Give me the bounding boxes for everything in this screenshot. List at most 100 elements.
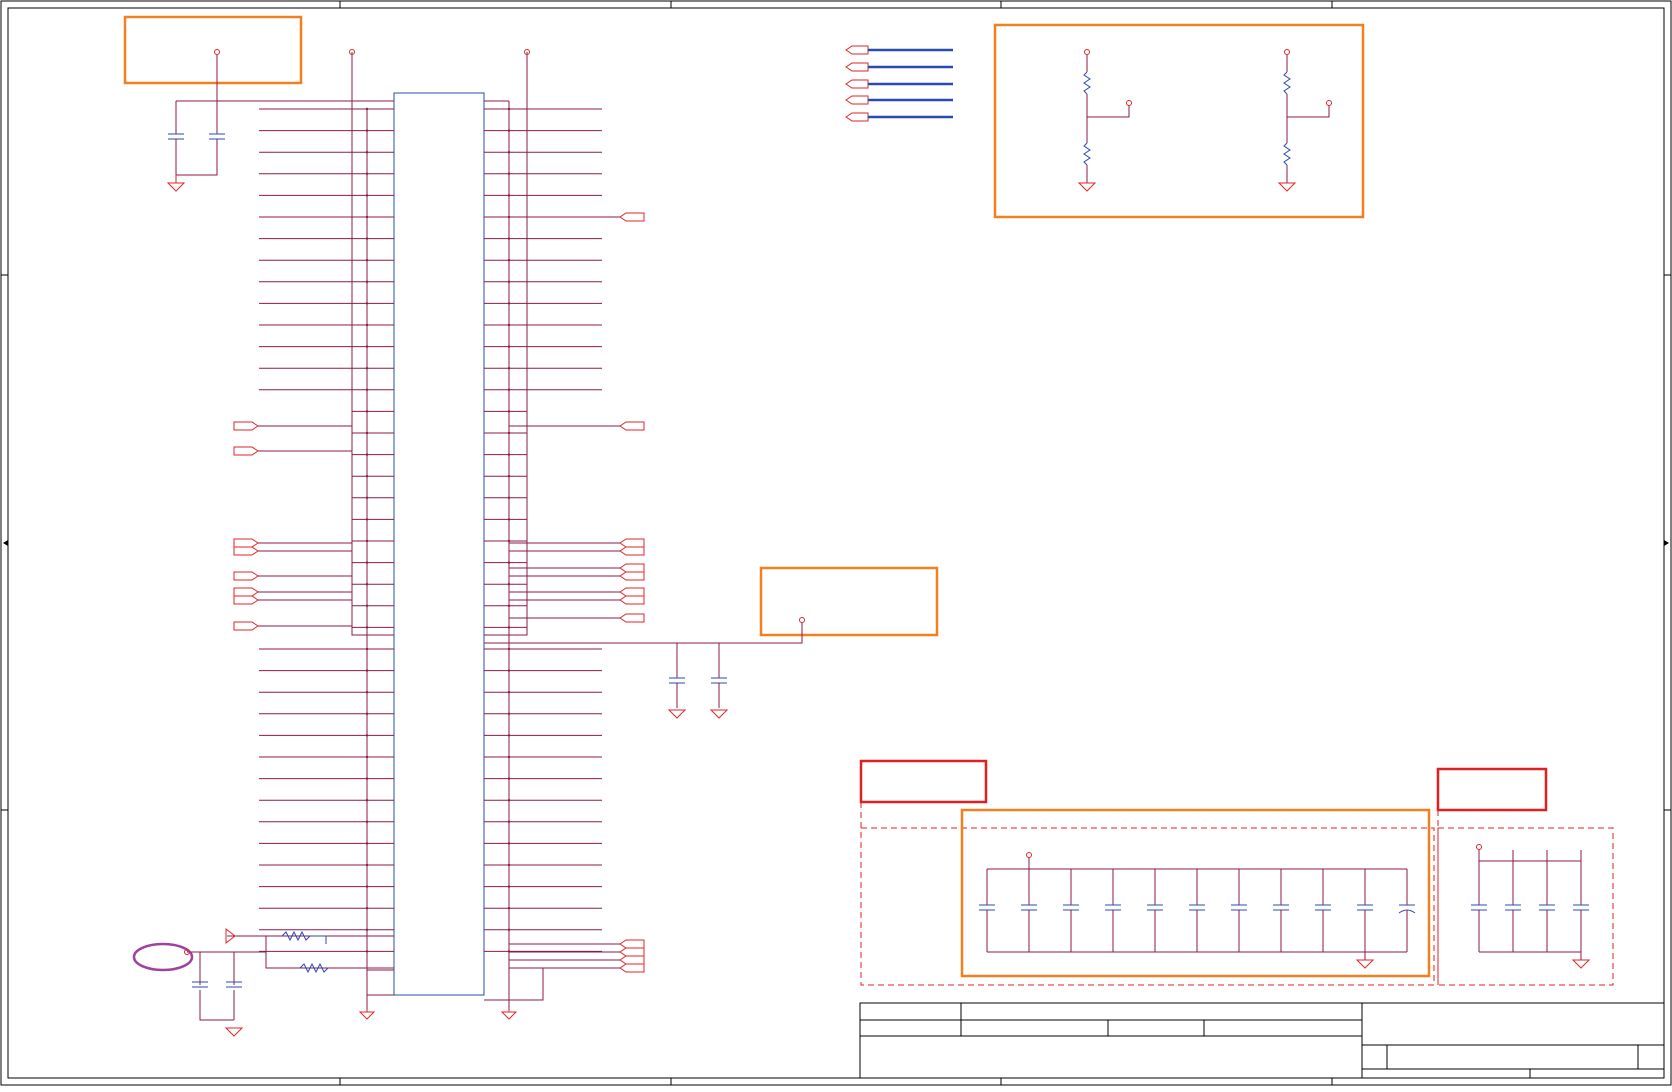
decoupling-capacitor — [1021, 869, 1037, 952]
ic-pin-left — [259, 129, 394, 132]
decoupling-capacitor — [1273, 869, 1289, 952]
ic-pin-right — [484, 172, 602, 175]
decoupling-capacitor — [168, 101, 184, 175]
ground-icon — [1355, 959, 1375, 969]
ic-pin-right — [484, 691, 602, 694]
decoupling-capacitor — [1357, 869, 1373, 952]
ic-pin-left — [259, 907, 394, 910]
offpage-connector-right — [509, 546, 645, 556]
ic-pin-right — [484, 604, 527, 607]
voltage-divider-box — [993, 23, 1365, 219]
power-annotation-box-top-left — [123, 15, 394, 102]
ic-pin-right — [484, 410, 527, 413]
bus-connector — [845, 62, 953, 72]
ic-pin-left — [259, 820, 394, 823]
main-ic — [393, 92, 485, 996]
ic-pin-left — [352, 518, 394, 521]
ic-pin-left — [259, 691, 394, 694]
ic-pin-right — [484, 431, 527, 435]
ic-pin-left — [352, 453, 394, 456]
ic-pin-left — [352, 583, 394, 586]
decoupling-capacitor — [1539, 850, 1555, 952]
schematic-canvas — [0, 0, 1672, 1086]
ic-pin-right — [484, 367, 602, 370]
ic-pin-right — [484, 755, 602, 759]
ground-icon — [500, 1010, 518, 1020]
ic-pin-left — [259, 950, 394, 953]
ic-pin-right — [484, 842, 602, 845]
ic-pin-right — [484, 475, 527, 478]
offpage-connector-right — [509, 563, 645, 573]
ic-pin-left — [259, 345, 394, 348]
ic-pin-right — [484, 302, 602, 305]
decoupling-bank-box — [960, 808, 1431, 978]
ic-pin-left — [259, 323, 394, 327]
ic-pin-right — [484, 885, 602, 888]
schematic-sheet — [0, 0, 1672, 1087]
ic-pin-right — [484, 323, 602, 327]
offpage-connector-left — [233, 621, 352, 631]
ic-pin-left — [352, 539, 394, 543]
decoupling-capacitor — [176, 101, 225, 176]
decoupling-capacitor — [1231, 869, 1247, 952]
ic-pin-right — [484, 777, 602, 780]
ic-pin-right — [484, 129, 602, 132]
offpage-connector-left — [233, 546, 352, 556]
ic-pin-right — [484, 237, 602, 240]
ic-pin-right — [484, 712, 602, 715]
power-annotation-box-mid — [484, 566, 939, 644]
offpage-connector-right — [509, 947, 645, 957]
decoupling-capacitor — [1147, 869, 1163, 952]
decoupling-capacitor — [669, 643, 685, 708]
ic-pin-left — [352, 604, 394, 607]
ground-icon — [1571, 959, 1591, 969]
offpage-connector-right — [509, 939, 645, 949]
ic-pin-left — [259, 259, 394, 262]
ic-pin-right — [484, 928, 602, 931]
offpage-connector-right — [509, 963, 645, 973]
ic-pin-right — [484, 345, 602, 348]
ic-pin-left — [259, 280, 394, 283]
offpage-connector-right — [509, 538, 645, 548]
ic-pin-right — [484, 388, 602, 391]
ic-pin-right — [484, 259, 602, 262]
ground-icon — [358, 1010, 376, 1020]
ic-pin-left — [259, 712, 394, 715]
ic-pin-left — [259, 215, 394, 219]
offpage-connector-left — [233, 538, 352, 548]
offpage-connector-right — [509, 212, 645, 222]
title-block — [859, 1002, 1665, 1079]
ic-pin-left — [259, 799, 394, 802]
zone-arrow-right — [1664, 540, 1669, 546]
resistor-dividers — [1077, 49, 1332, 192]
ground-icon — [224, 1027, 244, 1037]
offpage-connector-left — [233, 446, 352, 456]
dashed-group-outline — [860, 802, 1614, 986]
bus-connector — [845, 95, 953, 105]
decoupling-capacitor — [1063, 869, 1079, 952]
offpage-connector-right — [509, 587, 645, 597]
ic-pin-left — [259, 885, 394, 888]
ic-pin-left — [259, 863, 394, 867]
ic-pin-right — [484, 453, 527, 456]
offpage-connector-left — [233, 571, 352, 581]
offpage-connector-right — [509, 571, 645, 581]
ic-pin-left — [259, 367, 394, 370]
decoupling-capacitor — [1505, 850, 1521, 952]
ic-pin-left — [259, 734, 394, 737]
ic-pin-right — [484, 518, 527, 521]
ic-pin-right — [484, 799, 602, 802]
ic-pin-right — [484, 151, 602, 154]
decoupling-capacitor — [979, 869, 995, 952]
ic-pin-left — [259, 194, 394, 197]
ic-pin-left — [352, 496, 394, 499]
ic-pin-left — [259, 302, 394, 305]
ic-pin-right — [484, 669, 602, 672]
ic-pin-right — [484, 107, 602, 111]
ic-pin-left — [352, 475, 394, 478]
zone-arrow-left — [3, 540, 8, 546]
decoupling-capacitor — [1189, 869, 1205, 952]
ic-pin-left — [259, 669, 394, 672]
decoupling-bank-a — [979, 852, 1416, 969]
offpage-connector-right — [509, 595, 645, 605]
